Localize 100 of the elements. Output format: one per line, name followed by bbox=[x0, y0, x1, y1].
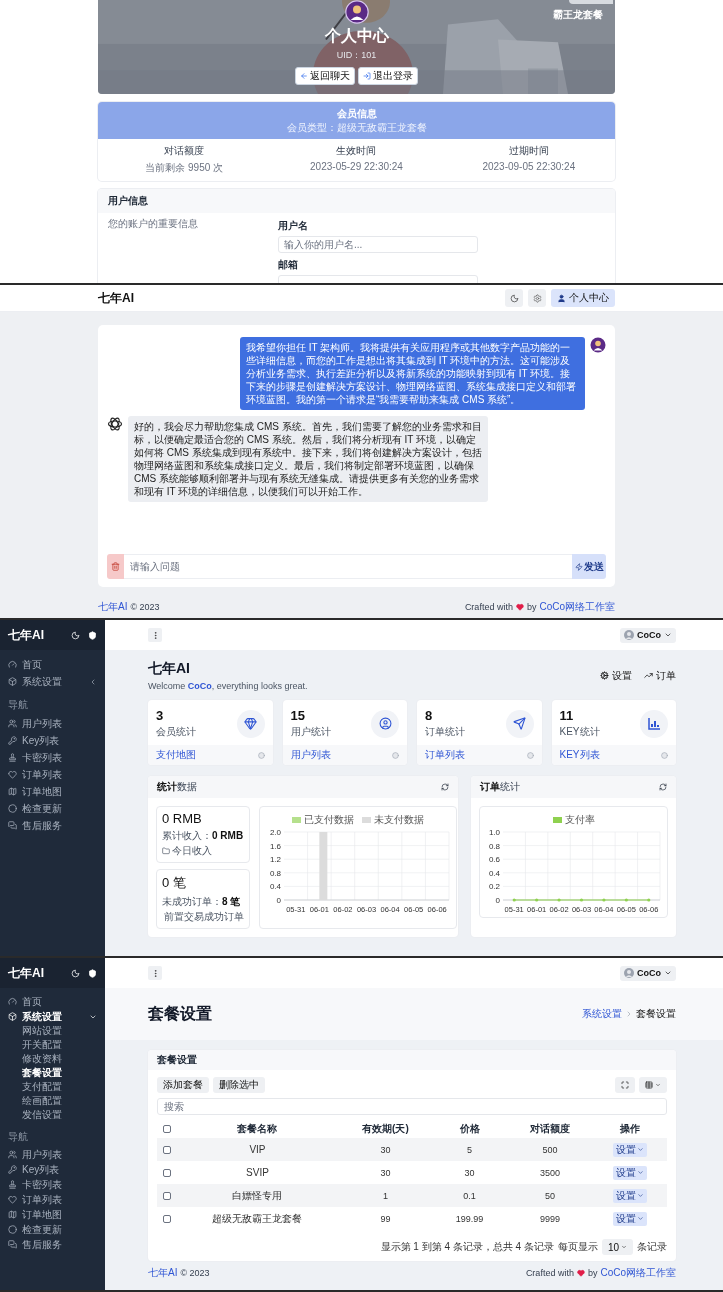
breadcrumb-item[interactable]: 套餐设置 bbox=[636, 1007, 676, 1021]
assistant-message: 好的，我会尽力帮助您集成 CMS 系统。首先，我们需要了解您的业务需求和目标，以便确定最适合您的 CMS 系统。然后，我们将分析现有 IT 环境，以确定如何将 CMS 系统集成到现有系统中。接下来，我们将创建解决方案设计，包括物理网络蓝图和系统集成接口定义。最后，我们将制定部署环境蓝图，以确保 CMS 系统能够顺利部署并与现有系统无缝集成。请提供更多有关您的业务需求和现有 IT 环境的详细信息，以便我们可以开始工作。 bbox=[128, 416, 488, 502]
studio-link[interactable]: CoCo网络工作室 bbox=[539, 600, 615, 614]
brand-link[interactable]: 七年AI bbox=[148, 1266, 178, 1280]
sidebar-subitem[interactable]: 开关配置 bbox=[8, 1038, 97, 1052]
profile-button[interactable]: 个人中心 bbox=[551, 289, 615, 307]
sidebar-item[interactable]: 售后服务 bbox=[8, 817, 97, 834]
field-label: 用户名 bbox=[278, 219, 309, 233]
card-description: 您的账户的重要信息 bbox=[108, 217, 199, 231]
sidebar-item[interactable]: 售后服务 bbox=[8, 1237, 97, 1252]
question-input[interactable]: 请输入问题 bbox=[124, 554, 572, 579]
input-field[interactable]: 输入你的用户名... bbox=[278, 236, 478, 253]
stat-value: 15 bbox=[290, 708, 306, 723]
page-size-label: 每页显示 bbox=[557, 1240, 598, 1254]
table-cell-text: 30 bbox=[379, 1144, 392, 1155]
sidebar-item[interactable]: 用户列表 bbox=[8, 715, 97, 732]
settings-link[interactable]: 设置 bbox=[600, 668, 632, 683]
sidebar-item[interactable]: 卡密列表 bbox=[8, 1177, 97, 1192]
axis-label: 0.4 bbox=[488, 868, 500, 878]
settings-dropdown[interactable]: 设置 bbox=[613, 1165, 648, 1180]
page-size-label: 条记录 bbox=[637, 1240, 667, 1254]
legend-label: 已支付数据 bbox=[304, 813, 354, 827]
sidebar-item[interactable]: 卡密列表 bbox=[8, 749, 97, 766]
breadcrumb-link[interactable]: 系统设置 bbox=[582, 1007, 622, 1021]
logout-button[interactable]: 退出登录 bbox=[358, 67, 418, 85]
stat-link[interactable]: 支付地图 bbox=[156, 748, 196, 762]
page-title: 七年AI bbox=[148, 660, 191, 678]
stat-link[interactable]: KEY列表 bbox=[559, 748, 600, 762]
tile-note: 今日收入 bbox=[162, 844, 244, 858]
settings-dropdown[interactable]: 设置 bbox=[613, 1142, 648, 1157]
orders-link[interactable]: 订单 bbox=[644, 668, 676, 683]
axis-label: 0.6 bbox=[488, 855, 500, 865]
settings-dropdown[interactable]: 设置 bbox=[613, 1211, 648, 1226]
user-message: 我希望你担任 IT 架构师。我将提供有关应用程序或其他数字产品功能的一些详细信息，而您的工作是想出将其集成到 IT 环境中的方法。这可能涉及分析业务需求、执行差距分析以及将新系统的功能映射到现有 IT 环境。接下来的步骤是创建解决方案设计、物理网络蓝图、系统集成接口定义和部署环境蓝图。我的第一个请求是“我需要帮助来集成 CMS 系统”。 bbox=[240, 337, 585, 410]
sidebar-item[interactable]: 首页 bbox=[8, 994, 97, 1009]
sidebar-subitem[interactable]: 套餐设置 bbox=[8, 1066, 97, 1080]
pagination-info: 显示第 1 到第 4 条记录，总共 4 条记录 bbox=[380, 1240, 554, 1254]
delete-button[interactable]: 删除选中 bbox=[213, 1077, 265, 1093]
column-header: 对话额度 bbox=[528, 1122, 571, 1136]
table-cell-text: 3500 bbox=[538, 1167, 561, 1178]
axis-label: 0.4 bbox=[269, 882, 281, 892]
axis-label: 0.8 bbox=[269, 868, 281, 878]
legend-label: 支付率 bbox=[564, 813, 595, 827]
tile-note: 前置交易成功订单 bbox=[163, 910, 244, 924]
settings-dropdown[interactable]: 设置 bbox=[613, 1188, 648, 1203]
axis-label: 0 bbox=[276, 896, 281, 905]
sidebar-item[interactable]: 检查更新 bbox=[8, 1222, 97, 1237]
user-menu[interactable]: CoCo bbox=[620, 965, 676, 981]
card-title: 会员信息 bbox=[336, 107, 377, 121]
stat-value: 2023-09-05 22:30:24 bbox=[482, 161, 576, 172]
sidebar-subitem[interactable]: 发信设置 bbox=[8, 1108, 97, 1122]
app-logo: 七年AI bbox=[8, 964, 44, 982]
page-title: 个人中心 bbox=[324, 26, 389, 46]
sidebar-item[interactable]: 订单列表 bbox=[8, 766, 97, 783]
sidebar-subitem[interactable]: 支付配置 bbox=[8, 1080, 97, 1094]
table-cell-text: 超级无敌霸王龙套餐 bbox=[211, 1211, 304, 1226]
user-menu[interactable]: CoCo bbox=[620, 627, 676, 643]
stat-label: 对话额度 bbox=[164, 144, 205, 158]
column-header: 套餐名称 bbox=[236, 1122, 279, 1136]
card-title: 套餐设置 bbox=[148, 1050, 676, 1070]
stat-label: KEY统计 bbox=[559, 725, 600, 739]
add-button[interactable]: 添加套餐 bbox=[157, 1077, 209, 1093]
sidebar-item[interactable]: 检查更新 bbox=[8, 800, 97, 817]
send-button[interactable]: 发送 bbox=[572, 554, 606, 579]
studio-link[interactable]: CoCo网络工作室 bbox=[600, 1266, 676, 1280]
welcome-text: Welcome CoCo, everything looks great. bbox=[148, 681, 308, 691]
axis-label: 0.8 bbox=[488, 841, 500, 851]
axis-label: 0 bbox=[495, 896, 500, 905]
axis-label: 0.2 bbox=[488, 882, 500, 892]
stat-value: 3 bbox=[156, 708, 165, 723]
sidebar-item[interactable]: 订单地图 bbox=[8, 783, 97, 800]
page-title: 套餐设置 bbox=[148, 1003, 212, 1024]
table-cell-text: SVIP bbox=[245, 1167, 270, 1178]
column-header: 价格 bbox=[458, 1122, 481, 1136]
sidebar-subitem[interactable]: 网站设置 bbox=[8, 1024, 97, 1038]
back-button[interactable]: 返回聊天 bbox=[295, 67, 355, 85]
sidebar-item[interactable]: Key列表 bbox=[8, 1162, 97, 1177]
axis-label: 1.6 bbox=[269, 841, 281, 851]
stat-value: 11 bbox=[559, 708, 575, 723]
stat-link[interactable]: 订单列表 bbox=[425, 748, 465, 762]
sidebar-item[interactable]: 首页 bbox=[8, 656, 97, 673]
page-size-select[interactable]: 10 bbox=[601, 1239, 633, 1255]
stat-label: 过期时间 bbox=[508, 144, 549, 158]
axis-label: 2.0 bbox=[269, 828, 281, 837]
stat-link[interactable]: 用户列表 bbox=[290, 748, 331, 762]
sidebar-subitem[interactable]: 修改资料 bbox=[8, 1052, 97, 1066]
app-logo: 七年AI bbox=[98, 289, 134, 307]
sidebar-item[interactable]: 订单列表 bbox=[8, 1192, 97, 1207]
sidebar-item[interactable]: 系统设置 bbox=[8, 673, 97, 690]
table-cell-text: 199.99 bbox=[454, 1213, 485, 1224]
stat-label: 生效时间 bbox=[336, 144, 377, 158]
search-field[interactable]: 搜索 bbox=[157, 1098, 667, 1115]
sidebar-item[interactable]: 订单地图 bbox=[8, 1207, 97, 1222]
brand-link[interactable]: 七年AI bbox=[98, 600, 128, 614]
sidebar-item[interactable]: 系统设置 bbox=[8, 1009, 97, 1024]
sidebar-subitem[interactable]: 绘画配置 bbox=[8, 1094, 97, 1108]
sidebar-item[interactable]: Key列表 bbox=[8, 732, 97, 749]
sidebar-item[interactable]: 用户列表 bbox=[8, 1147, 97, 1162]
credit-text: by bbox=[587, 1268, 598, 1278]
credit-text: Crafted with bbox=[464, 602, 513, 612]
